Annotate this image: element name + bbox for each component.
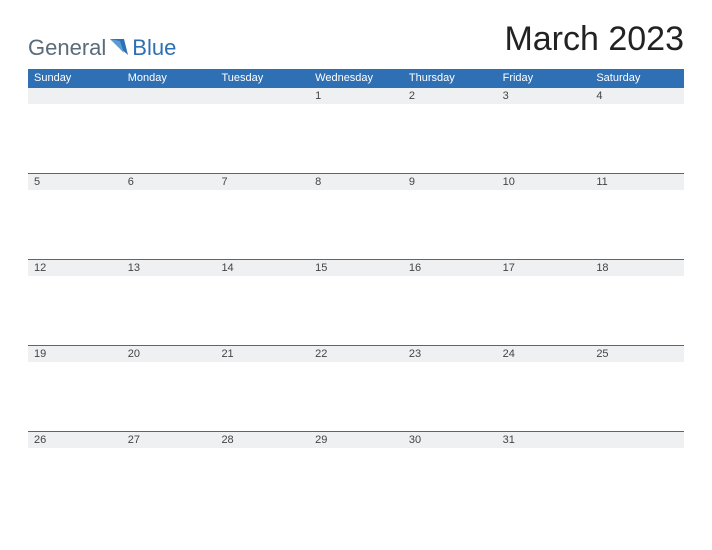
calendar-week: 12 13 14 15 16 17 18 — [28, 259, 684, 345]
date-number: 31 — [497, 432, 591, 448]
date-number: 12 — [28, 260, 122, 276]
date-number: 30 — [403, 432, 497, 448]
weekday-header: Friday — [497, 69, 591, 87]
date-number: 14 — [215, 260, 309, 276]
date-number — [28, 88, 122, 104]
calendar-cell: 5 — [28, 174, 122, 259]
date-number: 28 — [215, 432, 309, 448]
calendar-cell: 31 — [497, 432, 591, 517]
calendar-cell: 8 — [309, 174, 403, 259]
date-number: 25 — [590, 346, 684, 362]
calendar-cell: 7 — [215, 174, 309, 259]
calendar-cell: 9 — [403, 174, 497, 259]
calendar: Sunday Monday Tuesday Wednesday Thursday… — [28, 69, 684, 517]
date-number: 5 — [28, 174, 122, 190]
date-number: 13 — [122, 260, 216, 276]
date-number: 9 — [403, 174, 497, 190]
calendar-cell: 29 — [309, 432, 403, 517]
calendar-cell: 4 — [590, 88, 684, 173]
date-number — [590, 432, 684, 448]
calendar-cell: 17 — [497, 260, 591, 345]
date-number: 16 — [403, 260, 497, 276]
calendar-cell: 22 — [309, 346, 403, 431]
calendar-cell: 16 — [403, 260, 497, 345]
date-number — [122, 88, 216, 104]
calendar-week: 5 6 7 8 9 10 11 — [28, 173, 684, 259]
calendar-cell: 23 — [403, 346, 497, 431]
logo-icon — [110, 37, 128, 59]
date-number: 8 — [309, 174, 403, 190]
weekday-header: Thursday — [403, 69, 497, 87]
date-number: 20 — [122, 346, 216, 362]
logo: General Blue — [28, 37, 176, 59]
calendar-week: 26 27 28 29 30 31 — [28, 431, 684, 517]
date-number: 29 — [309, 432, 403, 448]
date-number — [215, 88, 309, 104]
date-number: 2 — [403, 88, 497, 104]
weekday-header: Saturday — [590, 69, 684, 87]
date-number: 22 — [309, 346, 403, 362]
date-number: 7 — [215, 174, 309, 190]
calendar-week: 19 20 21 22 23 24 25 — [28, 345, 684, 431]
calendar-cell: 15 — [309, 260, 403, 345]
calendar-cell: 14 — [215, 260, 309, 345]
weekday-header: Sunday — [28, 69, 122, 87]
date-number: 4 — [590, 88, 684, 104]
calendar-cell: 12 — [28, 260, 122, 345]
date-number: 23 — [403, 346, 497, 362]
calendar-cell: 2 — [403, 88, 497, 173]
calendar-cell — [122, 88, 216, 173]
calendar-cell: 19 — [28, 346, 122, 431]
calendar-cell: 26 — [28, 432, 122, 517]
date-number: 27 — [122, 432, 216, 448]
date-number: 10 — [497, 174, 591, 190]
calendar-cell: 24 — [497, 346, 591, 431]
calendar-cell: 28 — [215, 432, 309, 517]
calendar-cell: 6 — [122, 174, 216, 259]
date-number: 11 — [590, 174, 684, 190]
calendar-cell: 30 — [403, 432, 497, 517]
calendar-cell: 18 — [590, 260, 684, 345]
calendar-cell: 27 — [122, 432, 216, 517]
date-number: 21 — [215, 346, 309, 362]
date-number: 26 — [28, 432, 122, 448]
weekday-header-row: Sunday Monday Tuesday Wednesday Thursday… — [28, 69, 684, 87]
date-number: 15 — [309, 260, 403, 276]
logo-text-blue: Blue — [132, 37, 176, 59]
calendar-cell: 21 — [215, 346, 309, 431]
weekday-header: Tuesday — [215, 69, 309, 87]
calendar-cell: 20 — [122, 346, 216, 431]
calendar-cell — [28, 88, 122, 173]
date-number: 6 — [122, 174, 216, 190]
date-number: 1 — [309, 88, 403, 104]
calendar-cell: 13 — [122, 260, 216, 345]
logo-text-general: General — [28, 37, 106, 59]
header: General Blue March 2023 — [28, 20, 684, 59]
weekday-header: Monday — [122, 69, 216, 87]
calendar-week: 1 2 3 4 — [28, 87, 684, 173]
date-number: 19 — [28, 346, 122, 362]
calendar-cell: 25 — [590, 346, 684, 431]
date-number: 18 — [590, 260, 684, 276]
calendar-cell: 10 — [497, 174, 591, 259]
calendar-cell — [590, 432, 684, 517]
calendar-cell — [215, 88, 309, 173]
calendar-cell: 11 — [590, 174, 684, 259]
date-number: 24 — [497, 346, 591, 362]
calendar-cell: 3 — [497, 88, 591, 173]
weekday-header: Wednesday — [309, 69, 403, 87]
calendar-cell: 1 — [309, 88, 403, 173]
page-title: March 2023 — [504, 20, 684, 59]
date-number: 3 — [497, 88, 591, 104]
date-number: 17 — [497, 260, 591, 276]
